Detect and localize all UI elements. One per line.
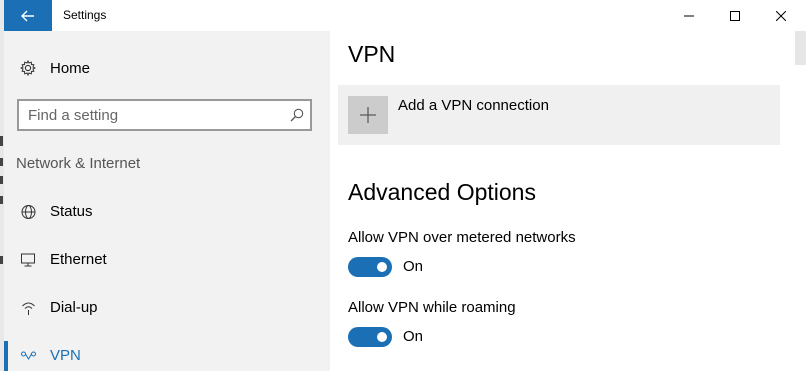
section-title: Network & Internet (16, 155, 141, 172)
sidebar-item-dialup[interactable]: Dial-up (4, 293, 330, 323)
sidebar-item-vpn[interactable]: VPN (4, 341, 330, 371)
back-arrow-icon (21, 10, 34, 21)
option-label-metered: Allow VPN over metered networks (348, 229, 576, 246)
scrollbar[interactable] (795, 31, 806, 65)
main-content: VPN Add a VPN connection Advanced Option… (330, 31, 806, 371)
maximize-button[interactable] (712, 0, 758, 31)
window-title: Settings (63, 8, 107, 22)
vpn-icon (21, 351, 36, 360)
search-box (17, 99, 312, 131)
back-button[interactable] (4, 0, 52, 31)
globe-icon (21, 205, 36, 219)
add-vpn-label: Add a VPN connection (398, 97, 549, 114)
advanced-options-title: Advanced Options (348, 179, 536, 205)
sidebar-item-ethernet[interactable]: Ethernet (4, 245, 330, 275)
page-title: VPN (348, 41, 396, 67)
settings-window: Settings Home Networ (4, 0, 806, 371)
sidebar-item-label: Ethernet (50, 251, 107, 268)
search-icon[interactable] (290, 108, 304, 122)
sidebar-item-home[interactable]: Home (4, 53, 330, 83)
add-vpn-connection-button[interactable]: Add a VPN connection (338, 85, 780, 145)
metered-toggle[interactable] (348, 257, 392, 277)
search-input[interactable] (19, 101, 288, 129)
plus-icon (360, 107, 376, 123)
minimize-button[interactable] (666, 0, 712, 31)
toggle-knob (377, 332, 387, 342)
gear-icon (20, 60, 36, 76)
sidebar-item-label: VPN (50, 347, 81, 364)
sidebar-item-status[interactable]: Status (4, 197, 330, 227)
selection-indicator (4, 341, 8, 371)
roaming-toggle-state: On (403, 328, 424, 345)
sidebar-item-label: Status (50, 203, 93, 220)
roaming-toggle[interactable] (348, 327, 392, 347)
metered-toggle-state: On (403, 258, 424, 275)
minimize-icon (684, 15, 694, 16)
dialup-icon (22, 302, 35, 315)
sidebar: Home Network & Internet Status (4, 31, 330, 371)
home-label: Home (50, 60, 91, 77)
ethernet-icon (21, 253, 35, 267)
option-label-roaming: Allow VPN while roaming (348, 299, 516, 316)
close-icon (776, 10, 786, 21)
plus-tile (348, 96, 388, 134)
toggle-knob (377, 262, 387, 272)
sidebar-item-label: Dial-up (50, 299, 98, 316)
maximize-icon (730, 10, 740, 21)
close-button[interactable] (758, 0, 804, 31)
